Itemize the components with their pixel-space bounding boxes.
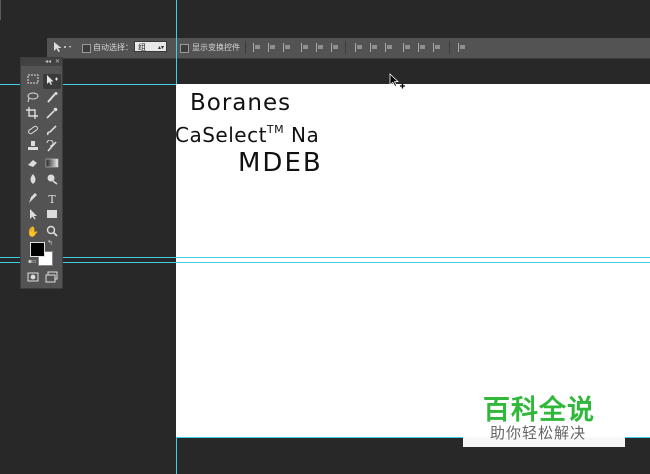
trademark-mark: TM bbox=[266, 123, 285, 136]
auto-select-value: 组 bbox=[138, 43, 146, 52]
separator bbox=[449, 41, 450, 54]
type-icon[interactable]: T bbox=[43, 192, 61, 207]
move-cursor-icon bbox=[389, 73, 407, 95]
lasso-icon[interactable] bbox=[24, 91, 42, 106]
swap-colors-icon[interactable]: ↰ bbox=[47, 239, 53, 247]
tools-panel: ◂◂ ✕ T ✋ ↰ ▪▫ bbox=[20, 57, 63, 289]
default-colors-icon[interactable]: ▪▫ bbox=[28, 258, 36, 265]
screen-mode-icon[interactable] bbox=[43, 271, 61, 286]
move-icon[interactable] bbox=[43, 74, 61, 89]
brush-icon[interactable] bbox=[43, 124, 61, 139]
watermark-logo: 百科全说 助你轻松解决 bbox=[463, 385, 625, 447]
distribute-horizontal-center-icon[interactable] bbox=[418, 43, 426, 52]
align-vertical-center-icon[interactable] bbox=[268, 43, 276, 52]
pen-icon[interactable] bbox=[24, 192, 42, 207]
text-layer-caselect[interactable]: CaSelectTM Na bbox=[175, 123, 319, 147]
quick-selection-icon[interactable] bbox=[43, 91, 61, 106]
align-bottom-icon[interactable] bbox=[283, 43, 291, 52]
dodge-icon[interactable] bbox=[43, 173, 61, 188]
auto-select-checkbox[interactable] bbox=[82, 44, 91, 53]
hand-icon[interactable]: ✋ bbox=[24, 225, 42, 240]
auto-align-layers-icon[interactable] bbox=[458, 43, 466, 52]
horizontal-guide[interactable] bbox=[176, 257, 650, 258]
distribute-vertical-center-icon[interactable] bbox=[370, 43, 378, 52]
options-bar: 自动选择： 组 ▴▾ 显示变换控件 bbox=[47, 38, 650, 59]
spot-healing-icon[interactable] bbox=[24, 124, 42, 139]
workspace-edge bbox=[0, 0, 1, 20]
crop-icon[interactable] bbox=[24, 107, 42, 122]
rectangle-shape-icon[interactable] bbox=[43, 208, 61, 223]
blur-icon[interactable] bbox=[24, 173, 42, 188]
text-layer-boranes[interactable]: Boranes bbox=[190, 90, 291, 116]
rectangular-marquee-icon[interactable] bbox=[24, 74, 42, 89]
foreground-color-swatch[interactable] bbox=[30, 242, 45, 257]
align-left-icon[interactable] bbox=[301, 43, 309, 52]
move-tool-icon[interactable] bbox=[53, 41, 73, 56]
gradient-icon[interactable] bbox=[43, 157, 61, 172]
collapse-icon[interactable]: ◂◂ bbox=[45, 58, 51, 66]
distribute-right-icon[interactable] bbox=[433, 43, 441, 52]
eraser-icon[interactable] bbox=[24, 157, 42, 172]
eyedropper-icon[interactable] bbox=[43, 107, 61, 122]
separator bbox=[245, 41, 246, 54]
watermark-subtitle: 助你轻松解决 bbox=[490, 424, 587, 442]
chevron-down-icon: ▴▾ bbox=[157, 44, 164, 51]
distribute-top-icon[interactable] bbox=[355, 43, 363, 52]
clone-stamp-icon[interactable] bbox=[24, 140, 42, 155]
history-brush-icon[interactable] bbox=[43, 139, 61, 155]
quick-mask-icon[interactable] bbox=[24, 271, 42, 286]
separator bbox=[345, 41, 346, 54]
auto-select-label: 自动选择： bbox=[93, 43, 133, 52]
show-transform-checkbox[interactable] bbox=[180, 44, 189, 53]
path-selection-icon[interactable] bbox=[24, 208, 42, 223]
distribute-bottom-icon[interactable] bbox=[385, 43, 393, 52]
auto-select-dropdown[interactable]: 组 ▴▾ bbox=[134, 41, 167, 52]
align-right-icon[interactable] bbox=[331, 43, 339, 52]
close-icon[interactable]: ✕ bbox=[55, 58, 60, 66]
caselect-text: CaSelect bbox=[175, 123, 267, 147]
tools-panel-header[interactable]: ◂◂ ✕ bbox=[21, 58, 62, 66]
show-transform-label: 显示变换控件 bbox=[192, 43, 240, 52]
horizontal-guide[interactable] bbox=[176, 262, 650, 263]
zoom-icon[interactable] bbox=[43, 225, 61, 240]
distribute-left-icon[interactable] bbox=[403, 43, 411, 52]
align-horizontal-center-icon[interactable] bbox=[316, 43, 324, 52]
text-layer-mdeb[interactable]: MDEB bbox=[238, 148, 323, 178]
caselect-suffix: Na bbox=[284, 123, 320, 147]
align-top-icon[interactable] bbox=[253, 43, 261, 52]
